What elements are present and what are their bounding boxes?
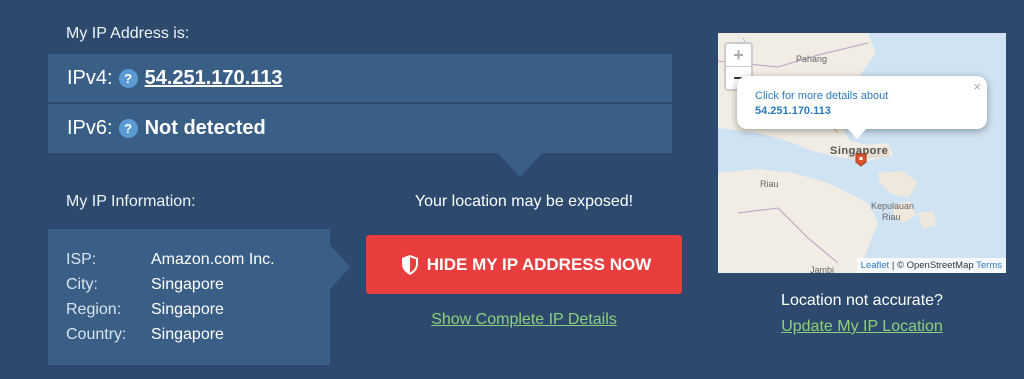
info-value: Singapore <box>151 325 224 343</box>
popup-text: Click for more details about <box>755 90 889 102</box>
ip-address-heading: My IP Address is: <box>66 25 190 42</box>
map-label-pahang: Pahang <box>796 54 828 64</box>
location-accuracy-question: Location not accurate? <box>781 292 943 309</box>
map-attribution: Leaflet | © OpenStreetMap Terms <box>856 258 1006 273</box>
popup-content: Click for more details about 54.251.170.… <box>755 89 888 119</box>
map-label-kepulauan: Kepulauan <box>871 201 915 211</box>
ipv4-value-link[interactable]: 54.251.170.113 <box>145 67 283 90</box>
ipv6-value: Not detected <box>144 117 266 139</box>
map-label-kepulauan-riau: Riau <box>882 212 901 222</box>
ipv4-label: IPv4: <box>67 66 113 89</box>
info-key: ISP: <box>66 250 97 268</box>
info-key: Country: <box>66 325 127 343</box>
ipv6-label: IPv6: <box>67 117 113 139</box>
info-value: Singapore <box>151 275 224 293</box>
map-popup[interactable]: Click for more details about 54.251.170.… <box>737 76 987 129</box>
update-location-link[interactable]: Update My IP Location <box>718 318 1006 336</box>
zoom-in-button[interactable]: + <box>726 44 751 67</box>
popup-ip[interactable]: 54.251.170.113 <box>755 104 888 119</box>
hide-ip-button[interactable]: HIDE MY IP ADDRESS NOW <box>366 235 682 294</box>
info-row-city: City: Singapore <box>66 272 275 297</box>
map-label-jambi: Jambi <box>810 265 835 273</box>
help-icon[interactable]: ? <box>118 119 138 138</box>
popup-tip <box>848 129 866 139</box>
help-icon[interactable]: ? <box>118 68 138 88</box>
map-label-riau: Riau <box>760 179 779 189</box>
info-row-country: Country: Singapore <box>66 322 275 347</box>
terms-link[interactable]: Terms <box>976 260 1002 271</box>
exposure-warning: Your location may be exposed! <box>414 193 634 210</box>
info-value: Singapore <box>151 300 224 318</box>
leaflet-link[interactable]: Leaflet <box>861 260 890 271</box>
panel-pointer <box>498 153 542 177</box>
info-panel-pointer <box>330 245 350 289</box>
ip-information-heading: My IP Information: <box>66 193 196 210</box>
attribution-text: | © OpenStreetMap <box>889 260 977 271</box>
info-key: Region: <box>66 300 122 318</box>
hide-ip-button-label: HIDE MY IP ADDRESS NOW <box>426 254 652 274</box>
show-details-link[interactable]: Show Complete IP Details <box>366 311 682 329</box>
shield-icon <box>401 254 418 275</box>
info-row-isp: ISP: Amazon.com Inc. <box>66 247 275 272</box>
ipv4-row: IPv4: ? 54.251.170.113 <box>48 54 672 102</box>
ipv6-row: IPv6: ? Not detected <box>48 104 672 153</box>
info-value: Amazon.com Inc. <box>151 250 275 268</box>
info-row-region: Region: Singapore <box>66 297 275 322</box>
location-map[interactable]: Pahang Singapore Riau Kepulauan Riau Jam… <box>718 33 1006 273</box>
info-table: ISP: Amazon.com Inc. City: Singapore Reg… <box>66 247 275 347</box>
info-key: City: <box>66 275 98 293</box>
location-marker-icon[interactable] <box>855 153 867 167</box>
close-icon[interactable]: × <box>973 79 981 94</box>
ip-information-panel: ISP: Amazon.com Inc. City: Singapore Reg… <box>48 229 330 365</box>
